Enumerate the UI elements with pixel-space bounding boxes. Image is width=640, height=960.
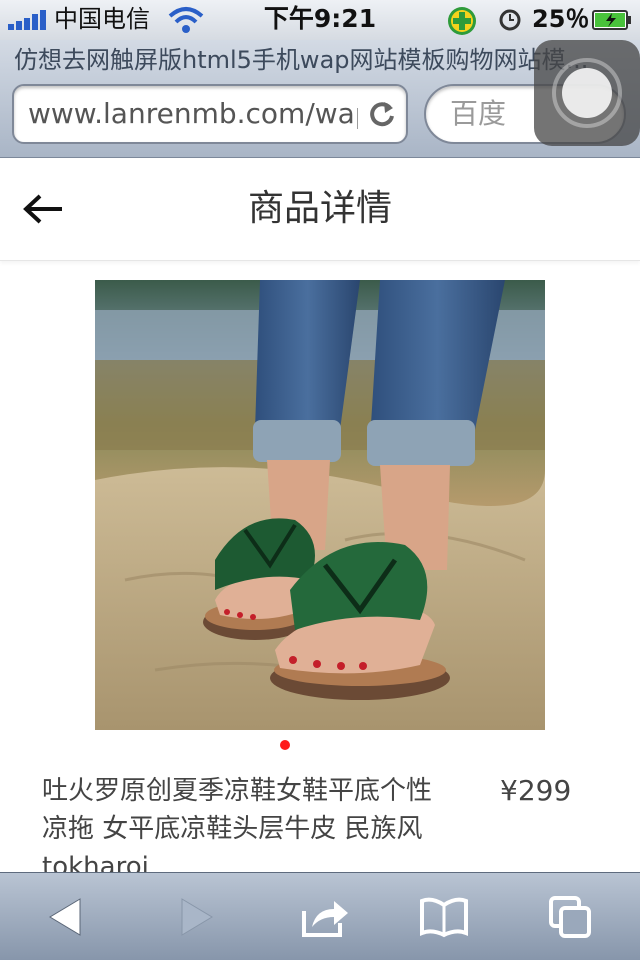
assistive-touch-core [562, 68, 612, 118]
browser-toolbar [0, 872, 640, 960]
status-bar: 中国电信 下午9:21 25％ [0, 0, 640, 40]
product-photo-illustration [95, 280, 545, 730]
browser-chrome: 仿想去网触屏版html5手机wap网站模板购物网站模... www.lanren… [0, 40, 640, 158]
back-icon[interactable] [46, 895, 86, 939]
plus-icon [448, 7, 476, 35]
bookmarks-icon[interactable] [418, 895, 470, 939]
url-bar[interactable]: www.lanrenmb.com/wap [12, 84, 408, 144]
battery-percent: 25％ [532, 5, 590, 33]
page-header: 商品详情 [0, 159, 640, 261]
page-title: 商品详情 [247, 188, 392, 229]
url-text[interactable]: www.lanrenmb.com/wap [28, 98, 358, 130]
tabs-icon[interactable] [548, 895, 592, 939]
reload-icon[interactable] [368, 100, 396, 128]
share-icon[interactable] [300, 895, 352, 939]
battery-icon [592, 10, 631, 30]
carousel-indicator-active[interactable] [280, 740, 290, 750]
alarm-icon [499, 9, 521, 31]
search-placeholder: 百度 [450, 97, 507, 130]
forward-icon[interactable] [176, 895, 216, 939]
assistive-touch-button[interactable] [534, 40, 640, 146]
product-price: ¥299 [500, 774, 572, 807]
product-photo-sandals[interactable] [95, 280, 545, 730]
product-name: 吐火罗原创夏季凉鞋女鞋平底个性凉拖 女平底凉鞋头层牛皮 民族风 tokharoi [42, 776, 433, 882]
